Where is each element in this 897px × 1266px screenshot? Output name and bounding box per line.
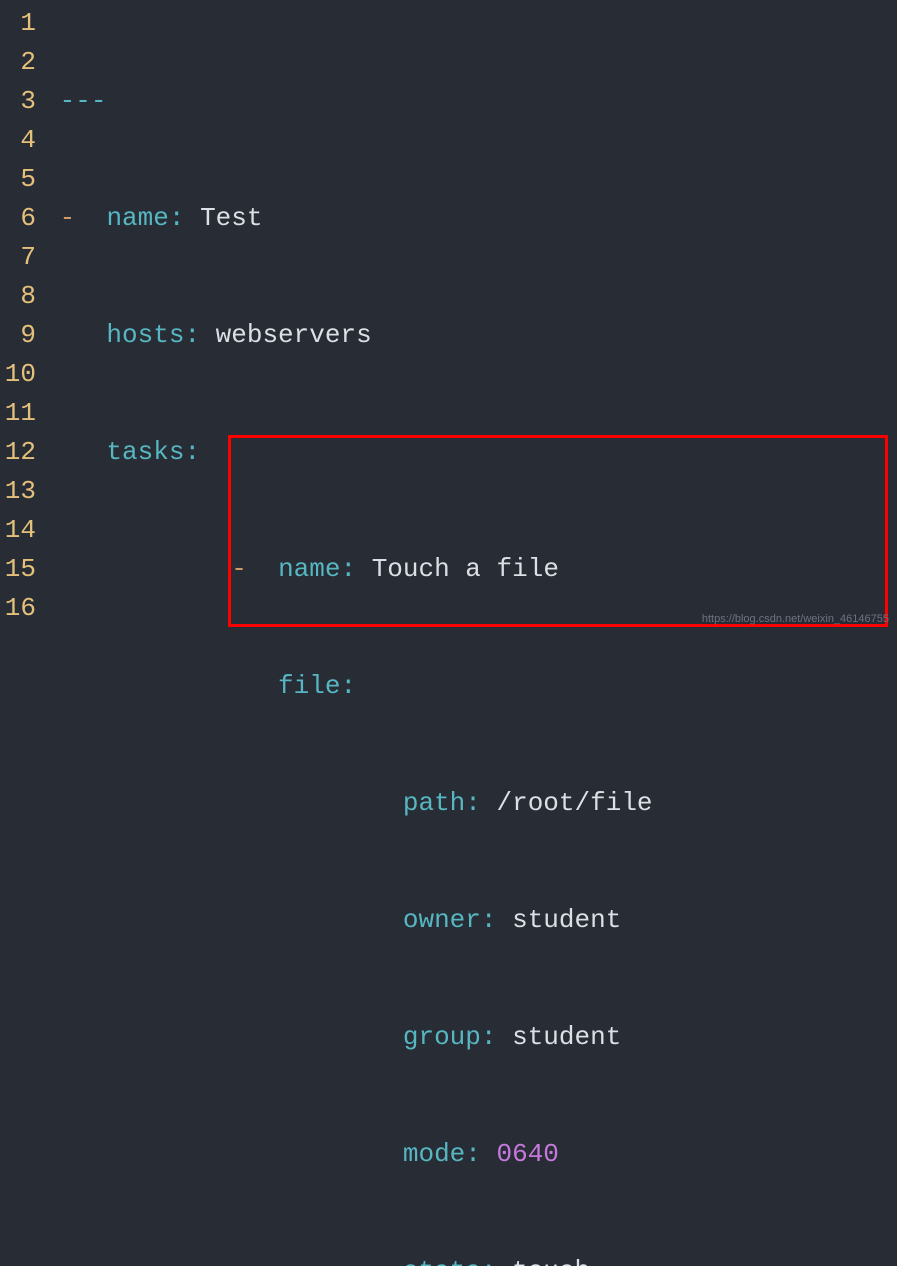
yaml-value: student bbox=[496, 1022, 621, 1052]
colon: : bbox=[481, 905, 497, 935]
code-line: group: student bbox=[44, 1018, 897, 1057]
line-number: 2 bbox=[4, 43, 36, 82]
code-content[interactable]: --- - name: Test hosts: webservers tasks… bbox=[44, 0, 897, 633]
code-line: file: bbox=[44, 667, 897, 706]
yaml-value: 0640 bbox=[481, 1139, 559, 1169]
yaml-key: state bbox=[403, 1256, 481, 1266]
line-gutter: 1 2 3 4 5 6 7 8 9 10 11 12 13 14 15 16 bbox=[0, 0, 44, 633]
colon: : bbox=[465, 788, 481, 818]
yaml-key: tasks bbox=[106, 437, 184, 467]
line-number: 16 bbox=[4, 589, 36, 628]
line-number: 12 bbox=[4, 433, 36, 472]
code-line: path: /root/file bbox=[44, 784, 897, 823]
line-number: 11 bbox=[4, 394, 36, 433]
yaml-value: /root/file bbox=[481, 788, 653, 818]
line-number: 1 bbox=[4, 4, 36, 43]
yaml-key: path bbox=[403, 788, 465, 818]
yaml-key: file bbox=[278, 671, 340, 701]
line-number: 13 bbox=[4, 472, 36, 511]
yaml-key: owner bbox=[403, 905, 481, 935]
code-line: hosts: webservers bbox=[44, 316, 897, 355]
colon: : bbox=[169, 203, 185, 233]
dash: - bbox=[231, 554, 262, 584]
yaml-value: student bbox=[496, 905, 621, 935]
watermark-text: https://blog.csdn.net/weixin_46146755 bbox=[702, 611, 889, 628]
code-line: tasks: bbox=[44, 433, 897, 472]
line-number: 6 bbox=[4, 199, 36, 238]
yaml-value: Touch a file bbox=[356, 554, 559, 584]
dash: - bbox=[60, 203, 91, 233]
yaml-key: hosts bbox=[106, 320, 184, 350]
yaml-value: webservers bbox=[200, 320, 372, 350]
yaml-value: Test bbox=[184, 203, 262, 233]
colon: : bbox=[184, 320, 200, 350]
line-number: 8 bbox=[4, 277, 36, 316]
yaml-key: name bbox=[106, 203, 168, 233]
code-line: - name: Touch a file bbox=[44, 550, 897, 589]
code-line: owner: student bbox=[44, 901, 897, 940]
line-number: 10 bbox=[4, 355, 36, 394]
yaml-doc-start: --- bbox=[60, 86, 107, 116]
colon: : bbox=[481, 1022, 497, 1052]
yaml-key: name bbox=[278, 554, 340, 584]
colon: : bbox=[340, 671, 356, 701]
code-editor: 1 2 3 4 5 6 7 8 9 10 11 12 13 14 15 16 -… bbox=[0, 0, 897, 633]
code-line: mode: 0640 bbox=[44, 1135, 897, 1174]
colon: : bbox=[465, 1139, 481, 1169]
line-number: 3 bbox=[4, 82, 36, 121]
line-number: 15 bbox=[4, 550, 36, 589]
yaml-key: mode bbox=[403, 1139, 465, 1169]
yaml-value: touch bbox=[496, 1256, 590, 1266]
colon: : bbox=[481, 1256, 497, 1266]
code-line: state: touch bbox=[44, 1252, 897, 1266]
line-number: 4 bbox=[4, 121, 36, 160]
line-number: 14 bbox=[4, 511, 36, 550]
code-line: - name: Test bbox=[44, 199, 897, 238]
colon: : bbox=[340, 554, 356, 584]
yaml-key: group bbox=[403, 1022, 481, 1052]
line-number: 9 bbox=[4, 316, 36, 355]
colon: : bbox=[184, 437, 200, 467]
line-number: 5 bbox=[4, 160, 36, 199]
code-line: --- bbox=[44, 82, 897, 121]
line-number: 7 bbox=[4, 238, 36, 277]
